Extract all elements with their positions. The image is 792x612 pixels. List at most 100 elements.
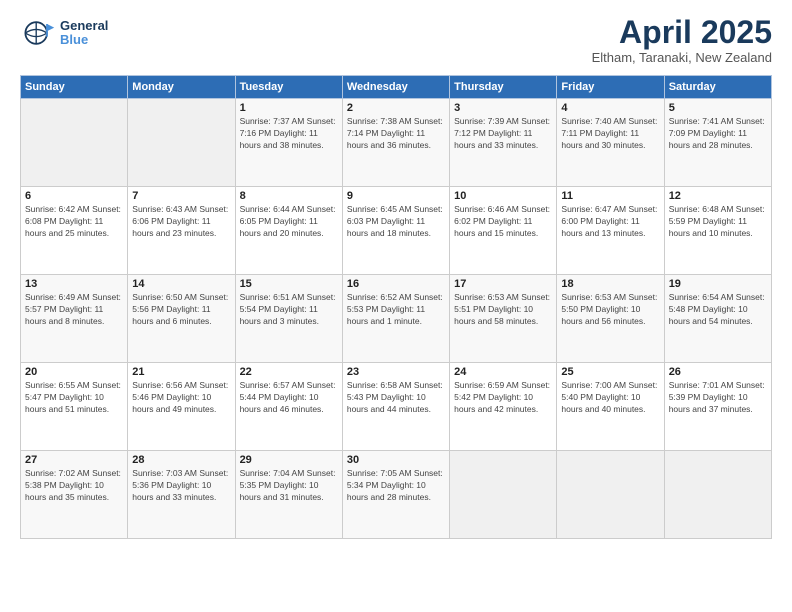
- day-info: Sunrise: 6:59 AM Sunset: 5:42 PM Dayligh…: [454, 380, 552, 416]
- day-info: Sunrise: 6:50 AM Sunset: 5:56 PM Dayligh…: [132, 292, 230, 328]
- day-cell: 29 Sunrise: 7:04 AM Sunset: 5:35 PM Dayli…: [235, 451, 342, 539]
- day-info: Sunrise: 6:42 AM Sunset: 6:08 PM Dayligh…: [25, 204, 123, 240]
- day-info: Sunrise: 7:02 AM Sunset: 5:38 PM Dayligh…: [25, 468, 123, 504]
- day-number: 10: [454, 190, 552, 202]
- col-header-friday: Friday: [557, 76, 664, 99]
- day-info: Sunrise: 6:55 AM Sunset: 5:47 PM Dayligh…: [25, 380, 123, 416]
- day-number: 23: [347, 366, 445, 378]
- day-number: 3: [454, 102, 552, 114]
- day-info: Sunrise: 7:37 AM Sunset: 7:16 PM Dayligh…: [240, 116, 338, 152]
- day-cell: 21 Sunrise: 6:56 AM Sunset: 5:46 PM Dayli…: [128, 363, 235, 451]
- day-cell: 1Sunrise: 7:37 AM Sunset: 7:16 PM Daylig…: [235, 99, 342, 187]
- day-cell: 14 Sunrise: 6:50 AM Sunset: 5:56 PM Dayli…: [128, 275, 235, 363]
- day-number: 5: [669, 102, 767, 114]
- day-number: 8: [240, 190, 338, 202]
- col-header-sunday: Sunday: [21, 76, 128, 99]
- day-number: 20: [25, 366, 123, 378]
- day-number: 22: [240, 366, 338, 378]
- day-cell: 23 Sunrise: 6:58 AM Sunset: 5:43 PM Dayli…: [342, 363, 449, 451]
- day-cell: [128, 99, 235, 187]
- day-info: Sunrise: 6:56 AM Sunset: 5:46 PM Dayligh…: [132, 380, 230, 416]
- day-cell: 3 Sunrise: 7:39 AM Sunset: 7:12 PM Daylig…: [450, 99, 557, 187]
- day-info: Sunrise: 7:03 AM Sunset: 5:36 PM Dayligh…: [132, 468, 230, 504]
- day-number: 21: [132, 366, 230, 378]
- day-cell: 18 Sunrise: 6:53 AM Sunset: 5:50 PM Dayli…: [557, 275, 664, 363]
- day-cell: 4 Sunrise: 7:40 AM Sunset: 7:11 PM Daylig…: [557, 99, 664, 187]
- calendar-table: SundayMondayTuesdayWednesdayThursdayFrid…: [20, 75, 772, 539]
- day-cell: 28 Sunrise: 7:03 AM Sunset: 5:36 PM Dayli…: [128, 451, 235, 539]
- day-info: Sunrise: 6:44 AM Sunset: 6:05 PM Dayligh…: [240, 204, 338, 240]
- col-header-tuesday: Tuesday: [235, 76, 342, 99]
- day-info: Sunrise: 6:57 AM Sunset: 5:44 PM Dayligh…: [240, 380, 338, 416]
- page: General Blue April 2025 Eltham, Taranaki…: [0, 0, 792, 612]
- day-number: 27: [25, 454, 123, 466]
- logo-blue: Blue: [60, 33, 108, 47]
- day-number: 4: [561, 102, 659, 114]
- day-number: 13: [25, 278, 123, 290]
- logo-general: General: [60, 19, 108, 33]
- day-cell: 27 Sunrise: 7:02 AM Sunset: 5:38 PM Dayli…: [21, 451, 128, 539]
- day-cell: 12Sunrise: 6:48 AM Sunset: 5:59 PM Dayli…: [664, 187, 771, 275]
- day-info: Sunrise: 6:47 AM Sunset: 6:00 PM Dayligh…: [561, 204, 659, 240]
- day-info: Sunrise: 7:40 AM Sunset: 7:11 PM Dayligh…: [561, 116, 659, 152]
- day-info: Sunrise: 6:51 AM Sunset: 5:54 PM Dayligh…: [240, 292, 338, 328]
- day-number: 28: [132, 454, 230, 466]
- day-info: Sunrise: 6:49 AM Sunset: 5:57 PM Dayligh…: [25, 292, 123, 328]
- week-row-4: 20 Sunrise: 6:55 AM Sunset: 5:47 PM Dayli…: [21, 363, 772, 451]
- day-cell: 15 Sunrise: 6:51 AM Sunset: 5:54 PM Dayli…: [235, 275, 342, 363]
- day-info: Sunrise: 7:39 AM Sunset: 7:12 PM Dayligh…: [454, 116, 552, 152]
- day-info: Sunrise: 6:52 AM Sunset: 5:53 PM Dayligh…: [347, 292, 445, 328]
- day-info: Sunrise: 6:58 AM Sunset: 5:43 PM Dayligh…: [347, 380, 445, 416]
- day-number: 25: [561, 366, 659, 378]
- week-row-5: 27 Sunrise: 7:02 AM Sunset: 5:38 PM Dayli…: [21, 451, 772, 539]
- day-number: 19: [669, 278, 767, 290]
- day-info: Sunrise: 7:01 AM Sunset: 5:39 PM Dayligh…: [669, 380, 767, 416]
- day-number: 11: [561, 190, 659, 202]
- month-title: April 2025: [592, 15, 772, 50]
- subtitle: Eltham, Taranaki, New Zealand: [592, 50, 772, 65]
- day-info: Sunrise: 6:43 AM Sunset: 6:06 PM Dayligh…: [132, 204, 230, 240]
- day-number: 16: [347, 278, 445, 290]
- day-cell: [557, 451, 664, 539]
- day-info: Sunrise: 6:45 AM Sunset: 6:03 PM Dayligh…: [347, 204, 445, 240]
- day-info: Sunrise: 6:53 AM Sunset: 5:50 PM Dayligh…: [561, 292, 659, 328]
- day-cell: 2Sunrise: 7:38 AM Sunset: 7:14 PM Daylig…: [342, 99, 449, 187]
- day-cell: 6 Sunrise: 6:42 AM Sunset: 6:08 PM Daylig…: [21, 187, 128, 275]
- day-number: 29: [240, 454, 338, 466]
- day-number: 12: [669, 190, 767, 202]
- day-cell: 30 Sunrise: 7:05 AM Sunset: 5:34 PM Dayli…: [342, 451, 449, 539]
- day-cell: 25 Sunrise: 7:00 AM Sunset: 5:40 PM Dayli…: [557, 363, 664, 451]
- col-header-saturday: Saturday: [664, 76, 771, 99]
- day-cell: 9Sunrise: 6:45 AM Sunset: 6:03 PM Daylig…: [342, 187, 449, 275]
- day-cell: 13 Sunrise: 6:49 AM Sunset: 5:57 PM Dayli…: [21, 275, 128, 363]
- title-area: April 2025 Eltham, Taranaki, New Zealand: [592, 15, 772, 65]
- calendar-header-row: SundayMondayTuesdayWednesdayThursdayFrid…: [21, 76, 772, 99]
- day-info: Sunrise: 6:53 AM Sunset: 5:51 PM Dayligh…: [454, 292, 552, 328]
- day-cell: 11 Sunrise: 6:47 AM Sunset: 6:00 PM Dayli…: [557, 187, 664, 275]
- day-cell: [450, 451, 557, 539]
- week-row-3: 13 Sunrise: 6:49 AM Sunset: 5:57 PM Dayli…: [21, 275, 772, 363]
- day-cell: 5 Sunrise: 7:41 AM Sunset: 7:09 PM Daylig…: [664, 99, 771, 187]
- day-info: Sunrise: 7:05 AM Sunset: 5:34 PM Dayligh…: [347, 468, 445, 504]
- day-number: 18: [561, 278, 659, 290]
- day-number: 15: [240, 278, 338, 290]
- day-info: Sunrise: 7:04 AM Sunset: 5:35 PM Dayligh…: [240, 468, 338, 504]
- day-info: Sunrise: 7:41 AM Sunset: 7:09 PM Dayligh…: [669, 116, 767, 152]
- day-cell: [21, 99, 128, 187]
- day-info: Sunrise: 7:38 AM Sunset: 7:14 PM Dayligh…: [347, 116, 445, 152]
- day-number: 30: [347, 454, 445, 466]
- col-header-thursday: Thursday: [450, 76, 557, 99]
- col-header-wednesday: Wednesday: [342, 76, 449, 99]
- logo: General Blue: [20, 15, 108, 51]
- day-cell: 19Sunrise: 6:54 AM Sunset: 5:48 PM Dayli…: [664, 275, 771, 363]
- day-cell: 7Sunrise: 6:43 AM Sunset: 6:06 PM Daylig…: [128, 187, 235, 275]
- week-row-1: 1Sunrise: 7:37 AM Sunset: 7:16 PM Daylig…: [21, 99, 772, 187]
- day-number: 17: [454, 278, 552, 290]
- day-number: 24: [454, 366, 552, 378]
- week-row-2: 6 Sunrise: 6:42 AM Sunset: 6:08 PM Daylig…: [21, 187, 772, 275]
- day-number: 6: [25, 190, 123, 202]
- day-cell: 8 Sunrise: 6:44 AM Sunset: 6:05 PM Daylig…: [235, 187, 342, 275]
- day-number: 14: [132, 278, 230, 290]
- day-info: Sunrise: 7:00 AM Sunset: 5:40 PM Dayligh…: [561, 380, 659, 416]
- day-cell: 16 Sunrise: 6:52 AM Sunset: 5:53 PM Dayli…: [342, 275, 449, 363]
